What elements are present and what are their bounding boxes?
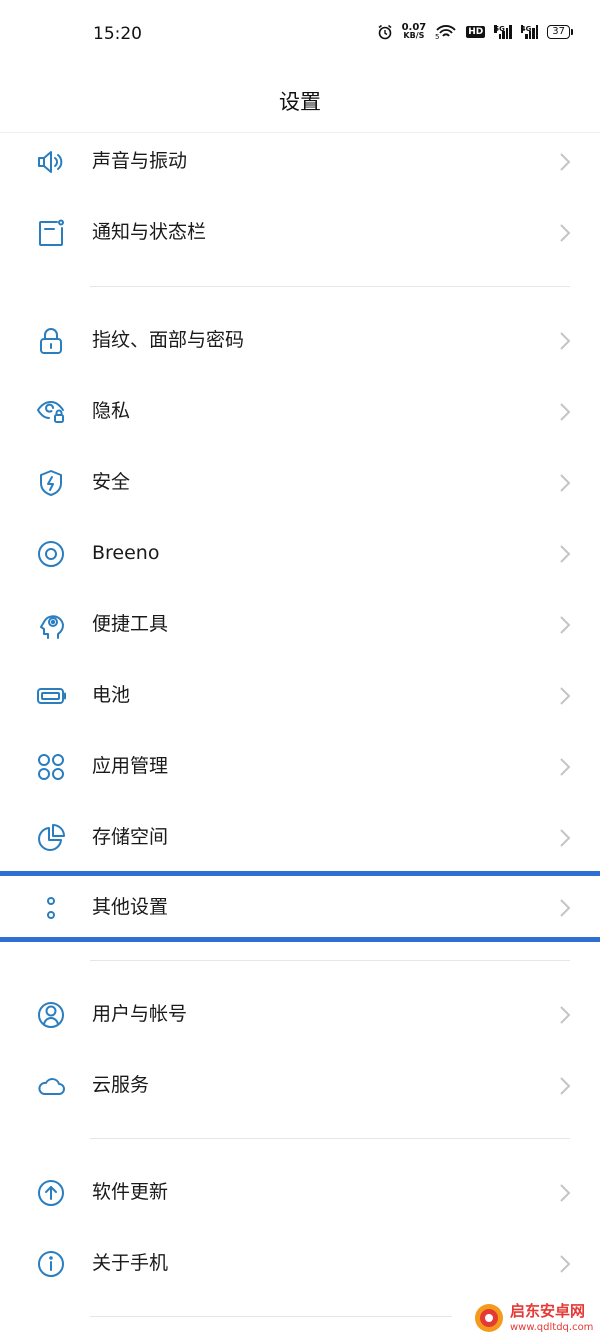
item-label: 安全 [92, 471, 131, 493]
shield-icon [36, 468, 66, 498]
settings-item-battery[interactable]: 电池 [0, 660, 600, 731]
site-watermark: 启东安卓网 www.qdltdq.com [470, 1298, 600, 1340]
watermark-url: www.qdltdq.com [510, 1322, 594, 1333]
settings-item-cloud-service[interactable]: 云服务 [0, 1050, 600, 1121]
svg-text:5: 5 [435, 33, 439, 39]
settings-item-about-phone[interactable]: 关于手机 [0, 1228, 600, 1299]
update-icon [36, 1178, 66, 1208]
item-label: 存储空间 [92, 826, 169, 848]
chevron-right-icon [560, 545, 571, 563]
battery-icon [36, 681, 66, 711]
hd-badge: HD [466, 26, 486, 38]
settings-item-software-update[interactable]: 软件更新 [0, 1157, 600, 1228]
lock-icon [36, 326, 66, 356]
privacy-eye-icon [36, 397, 66, 427]
item-label: 关于手机 [92, 1252, 169, 1274]
item-label: 声音与振动 [92, 150, 188, 172]
item-label: 其他设置 [92, 896, 169, 918]
chevron-right-icon [560, 758, 571, 776]
breeno-icon [36, 539, 66, 569]
group-divider [90, 960, 570, 961]
chevron-right-icon [560, 1006, 571, 1024]
chevron-right-icon [560, 153, 571, 171]
chevron-right-icon [560, 474, 571, 492]
item-label: 软件更新 [92, 1181, 169, 1203]
more-dots-icon [36, 893, 66, 923]
battery-indicator: 37 [547, 25, 573, 39]
cloud-icon [36, 1071, 66, 1101]
apps-icon [36, 752, 66, 782]
group-divider [90, 1138, 570, 1139]
settings-item-breeno[interactable]: Breeno [0, 518, 600, 589]
highlight-bar-bottom [0, 937, 600, 942]
user-icon [36, 1000, 66, 1030]
group-divider [90, 1316, 452, 1317]
notification-icon [36, 218, 66, 248]
chevron-right-icon [560, 687, 571, 705]
chevron-right-icon [560, 1184, 571, 1202]
item-label: 指纹、面部与密码 [92, 329, 245, 351]
settings-item-app-management[interactable]: 应用管理 [0, 731, 600, 802]
settings-item-fingerprint-face-password[interactable]: 指纹、面部与密码 [0, 305, 600, 376]
item-label: 用户与帐号 [92, 1003, 188, 1025]
item-label: 应用管理 [92, 755, 169, 777]
settings-item-privacy[interactable]: 隐私 [0, 376, 600, 447]
signal-5g-icon: 5G [494, 25, 512, 39]
item-label: 云服务 [92, 1074, 150, 1096]
item-label: 便捷工具 [92, 613, 169, 635]
chevron-right-icon [560, 829, 571, 847]
head-gear-icon [36, 610, 66, 640]
status-icons: 0.07 KB/S 5 HD 5G 4G 37 [377, 22, 573, 40]
item-label: 电池 [92, 684, 131, 706]
chevron-right-icon [560, 1255, 571, 1273]
group-divider [90, 286, 570, 287]
settings-item-notifications[interactable]: 通知与状态栏 [0, 197, 600, 268]
page-title: 设置 [279, 90, 321, 114]
storage-pie-icon [36, 823, 66, 853]
info-icon [36, 1249, 66, 1279]
chevron-right-icon [560, 403, 571, 421]
chevron-right-icon [560, 616, 571, 634]
net-speed: 0.07 KB/S [401, 22, 427, 40]
settings-item-security[interactable]: 安全 [0, 447, 600, 518]
item-label: Breeno [92, 542, 160, 564]
chevron-right-icon [560, 899, 571, 917]
settings-item-storage[interactable]: 存储空间 [0, 802, 600, 873]
signal-4g-icon: 4G [520, 25, 539, 39]
speaker-icon [36, 147, 66, 177]
status-time: 15:20 [93, 24, 142, 44]
chevron-right-icon [560, 1077, 571, 1095]
chevron-right-icon [560, 332, 571, 350]
settings-item-users-accounts[interactable]: 用户与帐号 [0, 979, 600, 1050]
chevron-right-icon [560, 224, 571, 242]
item-label: 通知与状态栏 [92, 221, 207, 243]
watermark-logo-icon [475, 1304, 503, 1332]
alarm-icon [378, 24, 392, 40]
settings-item-sound[interactable]: 声音与振动 [0, 126, 600, 197]
settings-item-convenience-tools[interactable]: 便捷工具 [0, 589, 600, 660]
status-bar: 15:20 0.07 KB/S 5 HD 5G 4G 37 [0, 0, 600, 70]
watermark-title: 启东安卓网 [510, 1302, 586, 1320]
settings-item-other-settings[interactable]: 其他设置 [0, 872, 600, 943]
item-label: 隐私 [92, 400, 131, 422]
wifi-icon: 5 [435, 25, 456, 39]
